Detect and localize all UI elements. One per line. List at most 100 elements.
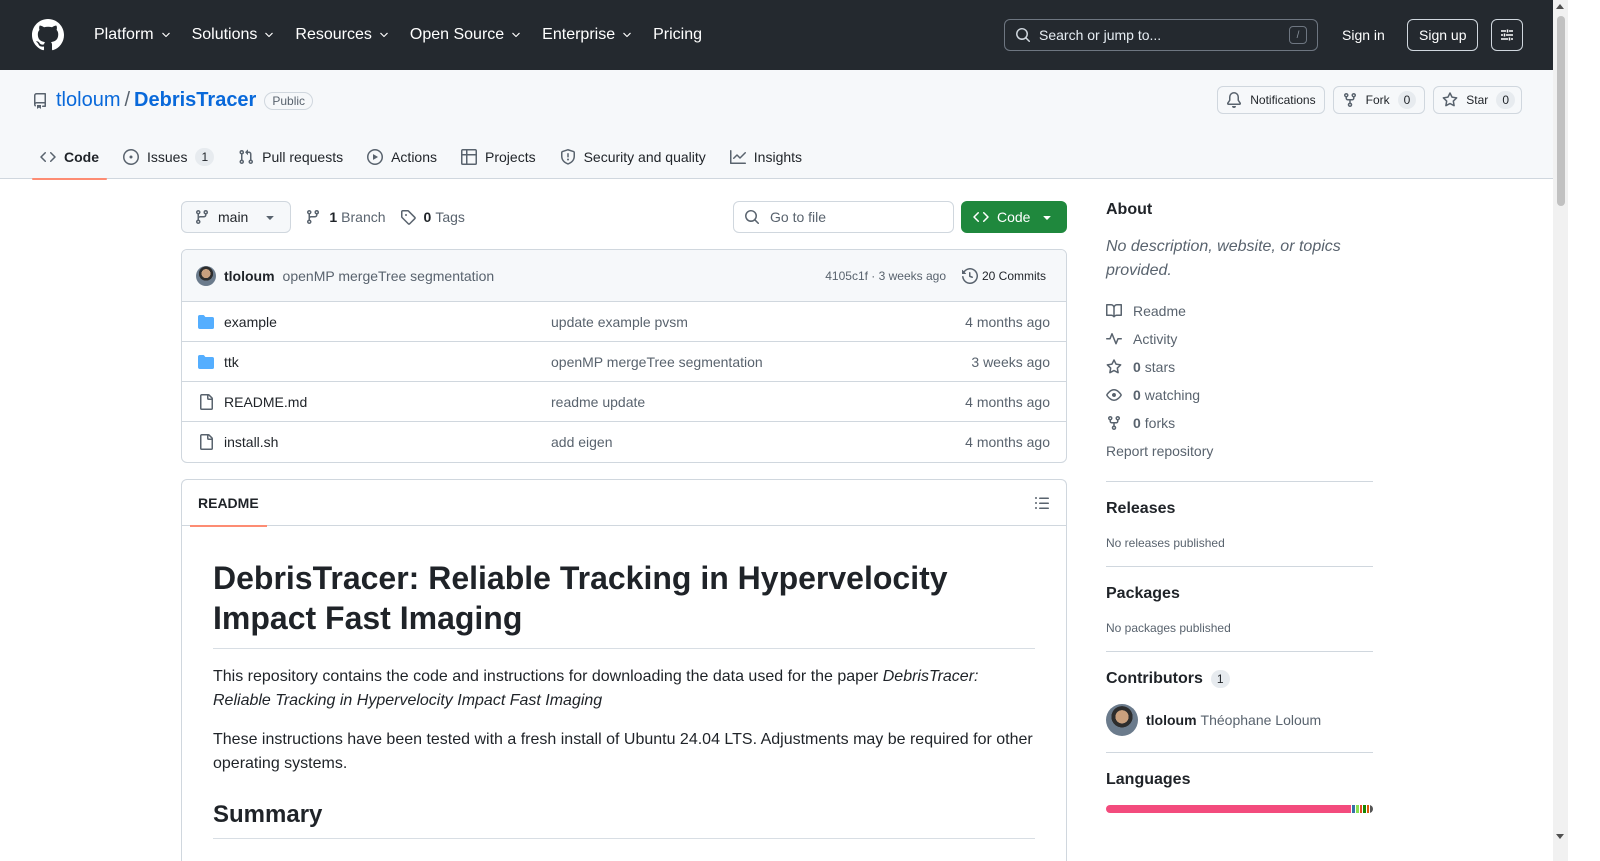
global-search-input[interactable]: Search or jump to... / [1004, 19, 1318, 51]
fork-button[interactable]: Fork 0 [1332, 86, 1426, 114]
file-name-link[interactable]: README.md [224, 394, 307, 410]
tab-actions[interactable]: Actions [359, 134, 445, 179]
bell-icon [1227, 92, 1242, 108]
history-icon [961, 267, 978, 284]
nav-resources[interactable]: Resources [287, 20, 397, 50]
pull-request-icon [239, 149, 254, 164]
commit-hash-time[interactable]: 4105c1f · 3 weeks ago [825, 269, 946, 283]
avatar[interactable] [1106, 704, 1138, 736]
file-name-link[interactable]: ttk [224, 354, 239, 370]
sign-in-link[interactable]: Sign in [1330, 19, 1397, 51]
go-to-file-input[interactable]: Go to file [733, 201, 954, 233]
releases-heading[interactable]: Releases [1106, 500, 1373, 518]
folder-icon [198, 354, 214, 369]
contributors-count: 1 [1210, 670, 1230, 688]
forks-link[interactable]: 0 forks [1106, 409, 1373, 437]
nav-pricing[interactable]: Pricing [645, 20, 710, 50]
file-commit-message[interactable]: update example pvsm [551, 314, 688, 330]
scrollbar-thumb[interactable] [1557, 16, 1565, 206]
language-bar-segment [1366, 805, 1370, 813]
tab-code[interactable]: Code [32, 134, 107, 180]
commit-author-link[interactable]: tloloum [224, 268, 275, 284]
github-logo-icon[interactable] [32, 19, 64, 51]
repo-icon [34, 92, 46, 109]
languages-section: Languages [1106, 752, 1373, 813]
code-dropdown-button[interactable]: Code [961, 201, 1067, 233]
contributor-full-name: Théophane Loloum [1200, 712, 1322, 728]
table-row[interactable]: example update example pvsm 4 months ago [182, 302, 1066, 342]
shield-icon [560, 148, 575, 165]
contributors-heading[interactable]: Contributors 1 [1106, 670, 1373, 688]
nav-open-source[interactable]: Open Source [402, 20, 530, 50]
branch-selector[interactable]: main [181, 201, 292, 233]
readme-link[interactable]: Readme [1106, 297, 1373, 325]
tab-issues-label: Issues [147, 148, 188, 165]
tab-pull-requests[interactable]: Pull requests [230, 134, 351, 179]
chevron-down-icon [161, 32, 170, 38]
scroll-up-arrow-icon[interactable] [1556, 4, 1564, 9]
table-icon [461, 148, 478, 165]
nav-platform[interactable]: Platform [86, 20, 180, 50]
commit-message-link[interactable]: openMP mergeTree segmentation [283, 268, 495, 284]
file-commit-message[interactable]: add eigen [551, 434, 613, 450]
list-icon[interactable] [1034, 495, 1050, 511]
forks-label: forks [1144, 415, 1176, 431]
notifications-label: Notifications [1250, 93, 1316, 107]
watching-link[interactable]: 0 watching [1106, 381, 1373, 409]
tab-security[interactable]: Security and quality [552, 134, 714, 179]
about-description: No description, website, or topics provi… [1106, 238, 1341, 279]
fork-count: 0 [1397, 91, 1417, 109]
tag-count: 0 [423, 209, 432, 225]
commits-count-label: 20 Commits [981, 268, 1046, 283]
commits-history-link[interactable]: 20 Commits [961, 267, 1046, 284]
star-button[interactable]: Star 0 [1433, 86, 1522, 114]
issue-icon [123, 148, 139, 165]
contributor-item[interactable]: tloloum Théophane Loloum [1106, 704, 1373, 736]
file-commit-message[interactable]: openMP mergeTree segmentation [551, 354, 763, 370]
readme-panel: README DebrisTracer: Reliable Tracking i… [181, 479, 1067, 861]
go-to-file-placeholder: Go to file [770, 209, 827, 225]
packages-heading[interactable]: Packages [1106, 585, 1373, 603]
tab-projects[interactable]: Projects [453, 134, 544, 179]
report-repository-link[interactable]: Report repository [1106, 437, 1373, 465]
activity-link-label: Activity [1133, 331, 1178, 347]
tags-link[interactable]: 0 Tags [400, 209, 465, 225]
contributors-title: Contributors [1106, 670, 1203, 687]
table-row[interactable]: ttk openMP mergeTree segmentation 3 week… [182, 342, 1066, 382]
repo-owner-link[interactable]: tloloum [56, 89, 120, 112]
folder-icon [198, 314, 214, 329]
repo-name-link[interactable]: DebrisTracer [134, 89, 256, 112]
page-scrollbar[interactable] [1553, 0, 1568, 861]
tab-issues[interactable]: Issues 1 [115, 134, 222, 179]
tab-insights[interactable]: Insights [722, 134, 810, 179]
scroll-down-arrow-icon[interactable] [1556, 834, 1564, 839]
table-row[interactable]: README.md readme update 4 months ago [182, 382, 1066, 422]
tab-issues-count: 1 [195, 147, 215, 166]
stars-link[interactable]: 0 stars [1106, 353, 1373, 381]
file-name-link[interactable]: example [224, 314, 277, 330]
activity-link[interactable]: Activity [1106, 325, 1373, 353]
language-bar-segment [1363, 805, 1366, 813]
caret-down-icon [1043, 216, 1051, 220]
sign-up-button[interactable]: Sign up [1407, 19, 1479, 51]
search-icon [745, 210, 760, 225]
contributor-login[interactable]: tloloum [1146, 712, 1197, 728]
code-icon [973, 211, 989, 223]
avatar[interactable] [196, 265, 216, 286]
table-row[interactable]: install.sh add eigen 4 months ago [182, 422, 1066, 462]
star-icon [1106, 359, 1122, 374]
language-bar-segment [1359, 805, 1363, 813]
nav-solutions[interactable]: Solutions [184, 20, 284, 50]
readme-paragraph: These instructions have been tested with… [213, 731, 1033, 772]
file-commit-message[interactable]: readme update [551, 394, 645, 410]
readme-tab[interactable]: README [190, 480, 267, 527]
file-name-link[interactable]: install.sh [224, 434, 278, 450]
nav-solutions-label: Solutions [191, 26, 258, 43]
command-palette-button[interactable] [1491, 19, 1523, 51]
watching-label: watching [1144, 387, 1201, 403]
forks-count: 0 [1133, 415, 1141, 431]
branches-link[interactable]: 1 Branch [305, 209, 386, 225]
notifications-button[interactable]: Notifications [1217, 86, 1325, 114]
nav-enterprise[interactable]: Enterprise [534, 20, 641, 50]
search-placeholder: Search or jump to... [1039, 27, 1162, 43]
